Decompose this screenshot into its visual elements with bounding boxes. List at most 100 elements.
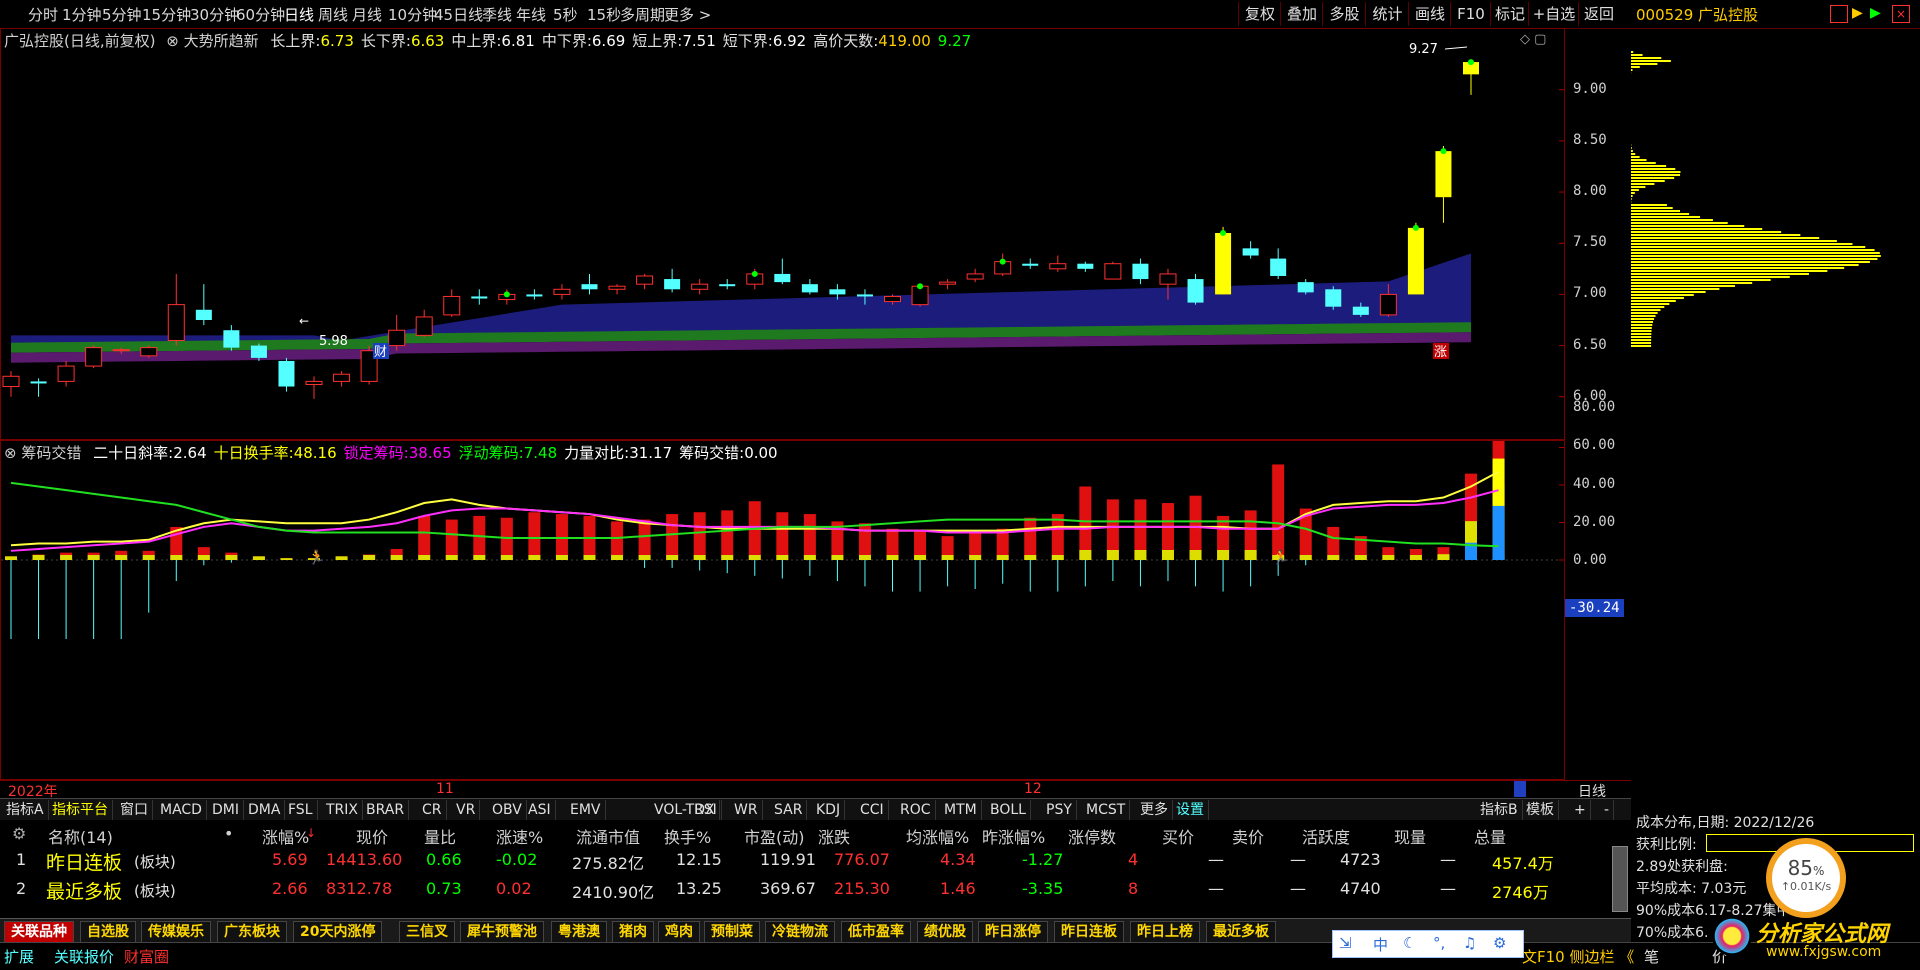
ind-tab-1[interactable]: 指标平台 [48,800,113,820]
ime-btn-3[interactable]: ♫ [1463,934,1476,952]
ind-tab-5[interactable]: DMA [244,800,286,820]
period-16[interactable]: 更多 > [664,4,711,25]
ind-tab-15[interactable]: RSI [690,800,722,820]
period-4[interactable]: 30分钟 [190,4,239,25]
col-header-11[interactable]: 昨涨幅% [982,824,1045,848]
ind-tab-11[interactable]: OBV [488,800,527,820]
col-header-8[interactable]: 市盈(动) [744,824,805,848]
col-header-17[interactable]: 总量 [1474,824,1506,848]
col-header-2[interactable]: 涨幅% [262,824,309,848]
period-10[interactable]: 45日线 [434,4,483,25]
ind-tab-9[interactable]: CR [418,800,447,820]
row-name[interactable]: 昨日连板 [46,848,122,875]
sector-tab-11[interactable]: 冷链物流 [765,921,835,943]
toolbar-btn-6[interactable]: 标记 [1490,2,1529,26]
col-header-16[interactable]: 现量 [1394,824,1426,848]
period-12[interactable]: 年线 [516,4,546,25]
window-icons[interactable]: ▶ ▶ × [1830,5,1915,23]
period-6[interactable]: 日线 [284,4,314,25]
ind-tab-18[interactable]: KDJ [812,800,846,820]
status-side-0[interactable]: 笔 [1644,946,1659,967]
sector-tab-10[interactable]: 预制菜 [704,921,760,943]
collapse-icon[interactable]: ⊗ [4,444,17,462]
period-7[interactable]: 周线 [318,4,348,25]
ind-tab-17[interactable]: SAR [770,800,808,820]
ind-tab-20[interactable]: ROC [896,800,936,820]
ind-tab-12[interactable]: ASI [524,800,556,820]
row-name[interactable]: 最近多板 [46,877,122,904]
col-header-1[interactable]: • [224,824,233,843]
sector-tab-12[interactable]: 低市盈率 [841,921,911,943]
toolbar-btn-7[interactable]: +自选 [1528,2,1579,26]
toolbar-btn-4[interactable]: 画线 [1408,2,1451,26]
status-right-text[interactable]: 文F10 侧边栏 《 [1522,946,1634,967]
period-8[interactable]: 月线 [352,4,382,25]
toolbar-btn-3[interactable]: 统计 [1365,2,1409,26]
col-header-14[interactable]: 卖价 [1232,824,1264,848]
toolbar-btn-8[interactable]: 返回 [1578,2,1619,26]
toolbar-btn-5[interactable]: F10 [1450,2,1491,26]
ind-tab-8[interactable]: BRAR [362,800,410,820]
table-scrollbar[interactable] [1612,846,1628,912]
ime-btn-0[interactable]: 中 [1373,934,1388,955]
status-tab-0[interactable]: 扩展 [4,946,34,967]
col-header-6[interactable]: 流通市值 [576,824,640,848]
ind-tab-2[interactable]: 窗口 [116,800,153,820]
collapse-icon[interactable]: ⊗ [166,32,179,50]
period-9[interactable]: 10分钟 [388,4,437,25]
sector-tab-6[interactable]: 犀牛预警池 [460,921,544,943]
ime-btn-2[interactable]: °, [1433,934,1445,952]
col-header-5[interactable]: 涨速% [496,824,543,848]
sector-tab-9[interactable]: 鸡肉 [658,921,700,943]
sector-tab-17[interactable]: 最近多板 [1206,921,1276,943]
sector-tab-2[interactable]: 传媒娱乐 [141,921,211,943]
toolbar-btn-1[interactable]: 叠加 [1280,2,1323,26]
ind-tab-right-3[interactable]: - [1600,800,1615,820]
period-13[interactable]: 5秒 [553,4,578,25]
toolbar-btn-2[interactable]: 多股 [1322,2,1366,26]
ind-tab-23[interactable]: PSY [1042,800,1077,820]
ind-tab-right-2[interactable]: + [1570,800,1591,820]
close-icon[interactable]: × [1892,5,1910,23]
status-tab-1[interactable]: 关联报价 [54,946,114,967]
period-15[interactable]: 多周期 [620,4,665,25]
ind-tab-10[interactable]: VR [452,800,481,820]
play-icon[interactable]: ▶ [1852,5,1863,21]
forward-icon[interactable]: ▶ [1870,5,1881,21]
chart-settings-icons[interactable]: ◇ ▢ [1520,32,1546,47]
kline-chart[interactable]: 9.27 5.98 ← 财 涨 [0,28,1565,440]
period-5[interactable]: 60分钟 [236,4,285,25]
sector-tab-15[interactable]: 昨日连板 [1054,921,1124,943]
ime-btn-4[interactable]: ⚙ [1493,934,1506,952]
network-speed-widget[interactable]: 85% ↑0.01K/s [1766,838,1846,918]
ind-tab-6[interactable]: FSL [284,800,318,820]
col-header-10[interactable]: 均涨幅% [906,824,969,848]
sector-tab-1[interactable]: 自选股 [80,921,136,943]
period-3[interactable]: 15分钟 [142,4,191,25]
col-header-3[interactable]: 现价 [356,824,388,848]
col-header-12[interactable]: 涨停数 [1068,824,1116,848]
col-header-15[interactable]: 活跃度 [1302,824,1350,848]
col-header-13[interactable]: 买价 [1162,824,1194,848]
layout-icon[interactable] [1830,5,1848,23]
ind-tab-0[interactable]: 指标A [2,800,49,820]
sector-tab-7[interactable]: 粤港澳 [551,921,607,943]
period-0[interactable]: 分时 [28,4,58,25]
sector-tab-13[interactable]: 绩优股 [917,921,973,943]
ind-tab-19[interactable]: CCI [856,800,889,820]
sector-tab-0[interactable]: 关联品种 [4,921,74,943]
col-header-0[interactable]: 名称(14) [48,824,113,848]
ind-tab-24[interactable]: MCST [1082,800,1131,820]
col-header-7[interactable]: 换手% [664,824,711,848]
sector-tab-16[interactable]: 昨日上榜 [1130,921,1200,943]
sector-tab-14[interactable]: 昨日涨停 [978,921,1048,943]
sector-tab-3[interactable]: 广东板块 [217,921,287,943]
sector-tab-5[interactable]: 三信叉 [399,921,455,943]
col-header-9[interactable]: 涨跌 [818,824,850,848]
ime-switch-icon[interactable]: ⇲ [1339,934,1352,952]
ind-tab-16[interactable]: WR [730,800,763,820]
table-row[interactable]: 2 最近多板 (板块) 2.66 8312.78 0.73 0.02 2410.90亿 13.2… [0,875,1610,904]
ind-tab-21[interactable]: MTM [940,800,982,820]
period-14[interactable]: 15秒 [587,4,621,25]
ind-tab-13[interactable]: EMV [566,800,606,820]
